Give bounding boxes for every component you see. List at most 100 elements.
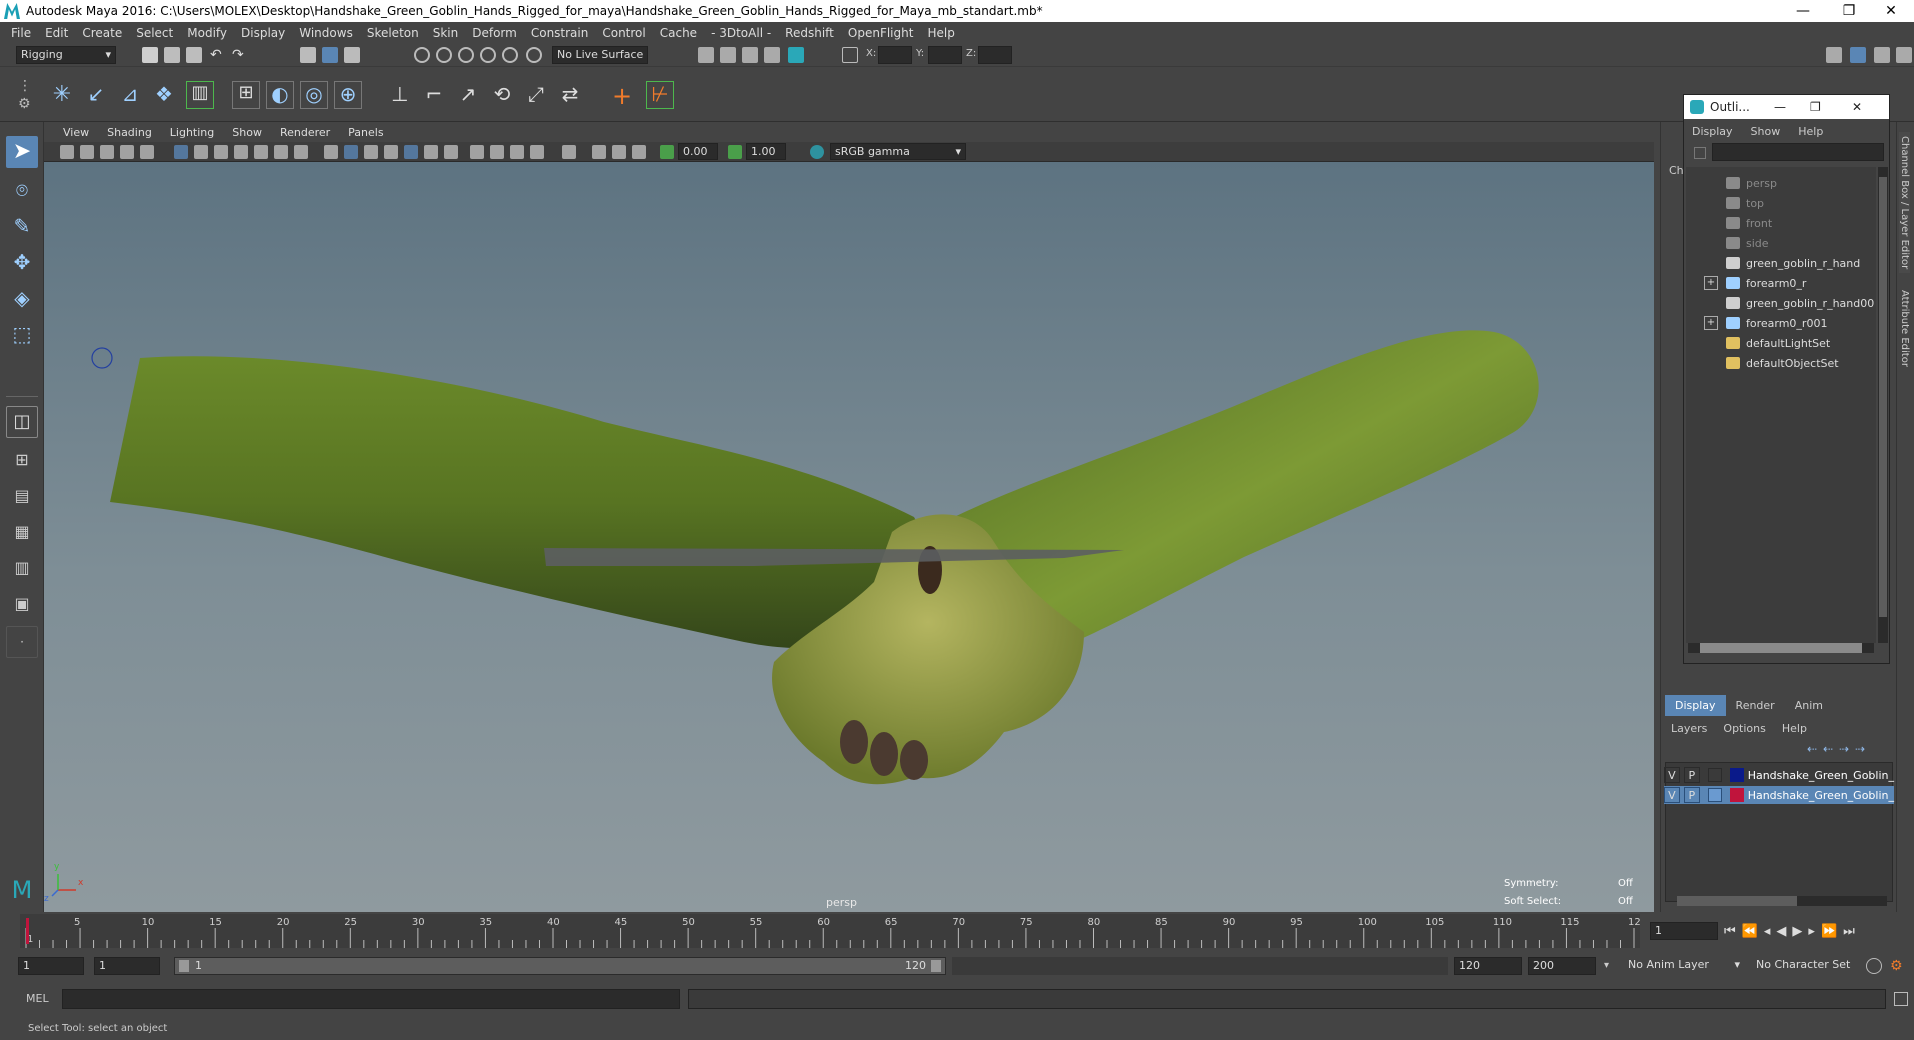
smooth-shade-icon[interactable] [344, 145, 358, 159]
render-view-icon[interactable] [764, 47, 780, 63]
panel-menu-panels[interactable]: Panels [339, 126, 392, 139]
layer-menu-layers[interactable]: Layers [1671, 722, 1707, 735]
undo-icon[interactable]: ↶ [210, 47, 226, 63]
ik-spline-icon[interactable]: ⊿ [116, 81, 144, 109]
step-forward-key-icon[interactable]: ⏩ [1821, 924, 1837, 939]
select-tool-icon[interactable]: ➤ [6, 136, 38, 168]
wireframe-on-shaded-icon[interactable] [384, 145, 398, 159]
menu-openflight[interactable]: OpenFlight [841, 26, 921, 40]
soft-mod-icon[interactable]: ⊕ [334, 81, 362, 109]
shadows-icon[interactable] [444, 145, 458, 159]
tab-anim[interactable]: Anim [1785, 695, 1833, 716]
layer-color-swatch[interactable] [1729, 788, 1744, 802]
outliner-item[interactable]: green_goblin_r_hand00 [1686, 293, 1876, 313]
render-settings-icon[interactable] [698, 47, 714, 63]
menu-select[interactable]: Select [129, 26, 180, 40]
outliner-horizontal-scrollbar[interactable] [1688, 643, 1874, 653]
scale-tool-icon[interactable]: ⬚ [6, 318, 38, 350]
time-slider[interactable]: 1 5 10 15 20 25 30 35 40 45 50 55 60 65 70 75 80 85 90 95 10… [20, 914, 1640, 948]
lasso-tool-icon[interactable]: ⌾ [6, 174, 38, 206]
script-editor-icon[interactable] [1894, 992, 1908, 1006]
restore-button[interactable]: ❐ [1826, 0, 1872, 22]
camera-select-icon[interactable] [60, 145, 74, 159]
panel-menu-lighting[interactable]: Lighting [161, 126, 223, 139]
color-management-icon[interactable] [810, 145, 824, 159]
persp-outliner-layout-icon[interactable]: ▤ [6, 480, 38, 512]
step-forward-frame-icon[interactable]: ▸ [1808, 924, 1815, 939]
play-forward-icon[interactable]: ▶ [1792, 924, 1802, 939]
tab-display[interactable]: Display [1665, 695, 1726, 716]
outliner-hscroll-thumb[interactable] [1700, 643, 1862, 653]
x-field[interactable] [878, 46, 912, 64]
live-surface-field[interactable]: No Live Surface [552, 46, 648, 64]
expand-plus-icon[interactable]: + [1704, 316, 1718, 330]
outliner-item[interactable]: top [1686, 193, 1876, 213]
outliner-scrollbar-thumb[interactable] [1879, 177, 1887, 617]
gate-mask-icon[interactable] [234, 145, 248, 159]
grease-pencil-icon[interactable] [140, 145, 154, 159]
menu-modify[interactable]: Modify [180, 26, 234, 40]
step-back-key-icon[interactable]: ⏪ [1742, 924, 1758, 939]
step-back-frame-icon[interactable]: ◂ [1764, 924, 1771, 939]
xray-joints-icon[interactable] [632, 145, 646, 159]
lattice-icon[interactable]: ⊞ [232, 81, 260, 109]
film-gate-icon[interactable] [194, 145, 208, 159]
outliner-item[interactable]: green_goblin_r_hand [1686, 253, 1876, 273]
layer-type-toggle[interactable] [1707, 768, 1722, 782]
menu-create[interactable]: Create [75, 26, 129, 40]
anim-layer-dropdown[interactable]: No Anim Layer ▾ [1624, 956, 1742, 976]
tab-render[interactable]: Render [1726, 695, 1785, 716]
auto-key-icon[interactable] [1866, 958, 1882, 974]
panel-menu-view[interactable]: View [54, 126, 98, 139]
isolate-select-icon[interactable] [562, 145, 576, 159]
layer-row-selected[interactable]: V P Handshake_Green_Goblin_ [1664, 786, 1894, 804]
open-scene-icon[interactable] [164, 47, 180, 63]
persp-hypershade-layout-icon[interactable]: ▥ [6, 552, 38, 584]
safe-action-icon[interactable] [274, 145, 288, 159]
layer-playback-toggle[interactable]: P [1683, 767, 1700, 783]
outliner-menu-show[interactable]: Show [1751, 125, 1781, 138]
four-view-layout-icon[interactable]: ⊞ [6, 444, 38, 476]
menu-skeleton[interactable]: Skeleton [360, 26, 426, 40]
hypershade-icon[interactable] [788, 47, 804, 63]
menu-constrain[interactable]: Constrain [524, 26, 596, 40]
multisample-aa-icon[interactable] [510, 145, 524, 159]
command-input[interactable] [62, 989, 680, 1009]
grid-toggle-icon[interactable] [174, 145, 188, 159]
menu-help[interactable]: Help [920, 26, 961, 40]
outliner-menu-help[interactable]: Help [1798, 125, 1823, 138]
go-to-start-icon[interactable]: ⏮ [1724, 924, 1736, 939]
panel-menu-show[interactable]: Show [223, 126, 271, 139]
gamma-field[interactable]: 1.00 [746, 143, 786, 160]
layer-type-toggle[interactable] [1707, 788, 1722, 802]
use-all-lights-icon[interactable] [424, 145, 438, 159]
expand-plus-icon[interactable]: + [1704, 276, 1718, 290]
ipr-render-icon[interactable] [742, 47, 758, 63]
menu-display[interactable]: Display [234, 26, 292, 40]
chevron-down-icon[interactable]: ▾ [1604, 960, 1609, 971]
save-scene-icon[interactable] [186, 47, 202, 63]
playback-end-field[interactable]: 120 [1454, 957, 1522, 975]
make-live-icon[interactable] [526, 47, 542, 63]
animation-preferences-icon[interactable]: ⚙ [1890, 958, 1906, 974]
script-language-label[interactable]: MEL [26, 992, 49, 1005]
color-space-dropdown[interactable]: sRGB gamma ▾ [830, 143, 966, 160]
point-constraint-icon[interactable]: ⌐ [420, 81, 448, 109]
layer-visibility-toggle[interactable]: V [1664, 767, 1680, 783]
xray-icon[interactable] [592, 145, 606, 159]
outliner-item[interactable]: + forearm0_r001 [1686, 313, 1876, 333]
safe-title-icon[interactable] [294, 145, 308, 159]
snap-surface-icon[interactable] [502, 47, 518, 63]
panel-menu-renderer[interactable]: Renderer [271, 126, 339, 139]
exposure-icon[interactable] [660, 145, 674, 159]
layer-menu-help[interactable]: Help [1782, 722, 1807, 735]
outliner-item[interactable]: front [1686, 213, 1876, 233]
left-forearm-mesh[interactable] [110, 356, 944, 649]
gamma-icon[interactable] [728, 145, 742, 159]
ik-handle-icon[interactable]: ↙ [82, 81, 110, 109]
menu-redshift[interactable]: Redshift [778, 26, 841, 40]
menu-deform[interactable]: Deform [465, 26, 524, 40]
panel-menu-shading[interactable]: Shading [98, 126, 161, 139]
outliner-vertical-scrollbar[interactable] [1878, 167, 1888, 643]
outliner-minimize-button[interactable]: — [1774, 100, 1786, 114]
